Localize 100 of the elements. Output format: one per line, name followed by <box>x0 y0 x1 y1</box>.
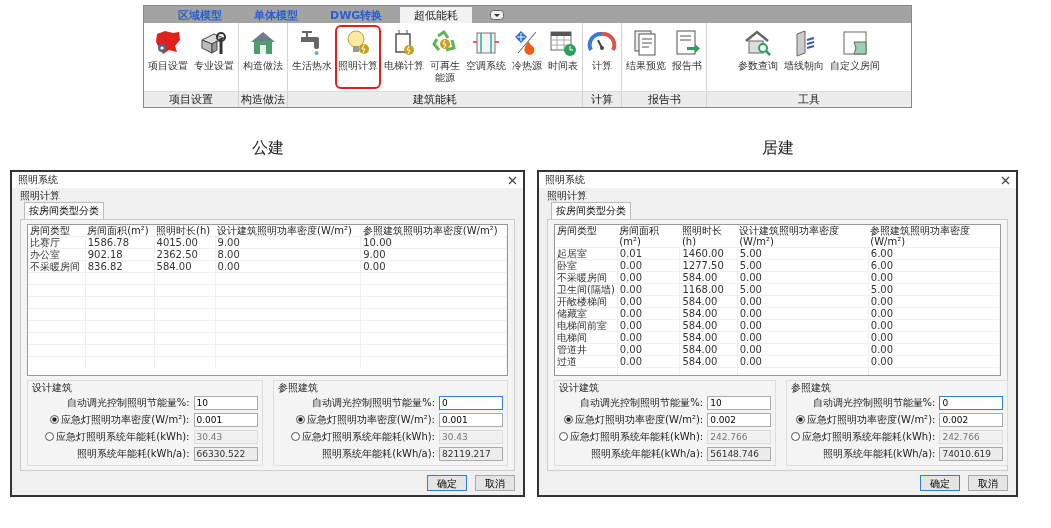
ribbon-button[interactable]: 空调系统 <box>463 25 509 89</box>
group-title: 设计建筑 <box>32 382 73 394</box>
field-label: 照明系统年能耗(kWh/a): <box>821 446 936 461</box>
input-field[interactable]: 242.766 <box>939 429 1004 444</box>
ribbon-button[interactable]: 可再生 能源 <box>427 25 463 89</box>
table-cell: 836.82 <box>85 260 154 273</box>
group-title: 参照建筑 <box>791 382 833 394</box>
table-cell: 0.00 <box>737 319 869 332</box>
input-field[interactable]: 10 <box>193 395 258 410</box>
dialog-button[interactable]: 取消 <box>968 475 1008 491</box>
field-label: 自动调光控制照明节能量%: <box>311 395 435 410</box>
field-label: 自动调光控制照明节能量%: <box>811 395 936 410</box>
window-title: 照明系统 <box>18 173 58 187</box>
radio-button[interactable] <box>796 415 806 424</box>
column-header: 设计建筑照明功率密度(W/m²) <box>737 225 869 248</box>
radio-button[interactable] <box>45 432 55 441</box>
table-cell: 584.00 <box>679 343 738 356</box>
calendar-clock-icon <box>548 28 578 58</box>
table-cell: 584.00 <box>679 271 738 284</box>
table-cell: 管道井 <box>555 343 618 356</box>
table-cell: 0.00 <box>868 271 1000 284</box>
field-label: 应急灯照明功率密度(W/m²): <box>61 412 190 427</box>
radio-button[interactable] <box>290 432 300 441</box>
radio-button[interactable] <box>564 415 573 424</box>
column-header: 参照建筑照明功率密度(W/m²) <box>868 225 1000 248</box>
table-cell: 0.00 <box>868 295 1000 308</box>
caption: 公建 <box>250 138 285 158</box>
table-cell: 0.00 <box>360 260 507 273</box>
ribbon-button[interactable]: 专业设置 <box>191 25 237 89</box>
input-field[interactable]: 0.001 <box>193 412 258 427</box>
radio-button[interactable] <box>559 432 568 441</box>
table-cell: 2362.50 <box>154 248 216 261</box>
group-label: 照明计算 <box>547 190 588 202</box>
table-cell: 1168.00 <box>679 283 738 296</box>
table-cell: 10.00 <box>360 236 507 249</box>
table-cell: 0.00 <box>617 307 680 320</box>
input-field[interactable]: 0.001 <box>439 412 503 427</box>
input-field[interactable]: 30.43 <box>193 429 258 444</box>
ribbon-button[interactable]: 项目设置 <box>145 25 191 89</box>
field-label: 照明系统年能耗(kWh/a): <box>321 446 435 461</box>
close-icon[interactable] <box>1001 175 1010 185</box>
group-label: 计算 <box>583 91 621 107</box>
group-label: 项目设置 <box>144 91 238 107</box>
input-field[interactable]: 0.002 <box>939 412 1004 427</box>
table-cell: 0.00 <box>868 307 1000 320</box>
table-cell: 过道 <box>555 355 618 368</box>
ribbon-button[interactable]: 生活热水 <box>289 25 335 89</box>
group-label: 照明计算 <box>20 190 61 202</box>
table-cell: 电梯间前室 <box>555 319 618 332</box>
input-field[interactable]: 10 <box>707 395 772 410</box>
field-label: 应急灯照明功率密度(W/m²): <box>807 412 936 427</box>
ribbon-button[interactable]: 计算 <box>584 25 620 89</box>
input-field[interactable]: 0 <box>439 395 503 410</box>
dialog-button[interactable]: 确定 <box>920 475 960 491</box>
close-icon[interactable] <box>508 175 517 185</box>
table-cell: 6.00 <box>868 259 1000 272</box>
table-cell: 办公室 <box>28 248 86 261</box>
ribbon-button[interactable]: 报告书 <box>669 25 705 89</box>
input-field[interactable]: 0.002 <box>707 412 772 427</box>
ribbon-button[interactable]: 时间表 <box>545 25 581 89</box>
group-label: 报告书 <box>622 91 706 107</box>
table-cell: 不采暖房间 <box>28 260 86 273</box>
window-title: 照明系统 <box>545 173 585 187</box>
ribbon-button[interactable]: 结果预览 <box>623 25 669 89</box>
column-header: 照明时长(h) <box>679 225 738 248</box>
table-cell: 电梯间 <box>555 331 618 344</box>
input-field[interactable]: 30.43 <box>439 429 503 444</box>
table-cell: 1277.50 <box>679 259 738 272</box>
table-cell: 0.00 <box>617 271 680 284</box>
radio-button[interactable] <box>295 415 305 424</box>
table-cell: 902.18 <box>85 248 154 261</box>
tab[interactable]: 按房间类型分类 <box>24 202 104 219</box>
table-cell: 卫生间(隔墙) <box>555 283 618 296</box>
table-cell: 9.00 <box>360 248 507 261</box>
ribbon-tab[interactable]: 超低能耗 <box>400 7 473 23</box>
table-cell: 0.01 <box>617 247 680 260</box>
ribbon-button[interactable]: 电梯计算 <box>381 25 427 89</box>
input-field[interactable]: 0 <box>939 395 1004 410</box>
table-cell: 5.00 <box>737 283 869 296</box>
ribbon-button[interactable]: 墙线朝向 <box>781 25 827 89</box>
ribbon-button[interactable]: 构造做法 <box>240 25 286 89</box>
dialog-button[interactable]: 确定 <box>427 475 467 491</box>
table-cell: 0.00 <box>868 343 1000 356</box>
input-field[interactable]: 242.766 <box>707 429 772 444</box>
tab[interactable]: 按房间类型分类 <box>551 202 631 219</box>
radio-button[interactable] <box>791 432 801 441</box>
table-cell: 比赛厅 <box>28 236 86 249</box>
table-cell: 0.00 <box>737 271 869 284</box>
dialog-button[interactable]: 取消 <box>475 475 515 491</box>
radio-button[interactable] <box>50 415 60 424</box>
ribbon-button[interactable]: 自定义房间 <box>827 25 883 89</box>
table-cell: 584.00 <box>679 331 738 344</box>
group-label: 构造做法 <box>239 91 287 107</box>
dropdown-icon[interactable] <box>490 9 505 20</box>
ribbon-button[interactable]: 冷热源 <box>509 25 545 89</box>
field-label: 应急灯照明功率密度(W/m²): <box>575 412 704 427</box>
field-label: 应急灯照明系统年能耗(kWh): <box>301 429 435 444</box>
table-cell: 584.00 <box>679 355 738 368</box>
ribbon-button[interactable]: 参数查询 <box>735 25 781 89</box>
ribbon-button[interactable]: 照明计算 <box>335 25 381 89</box>
